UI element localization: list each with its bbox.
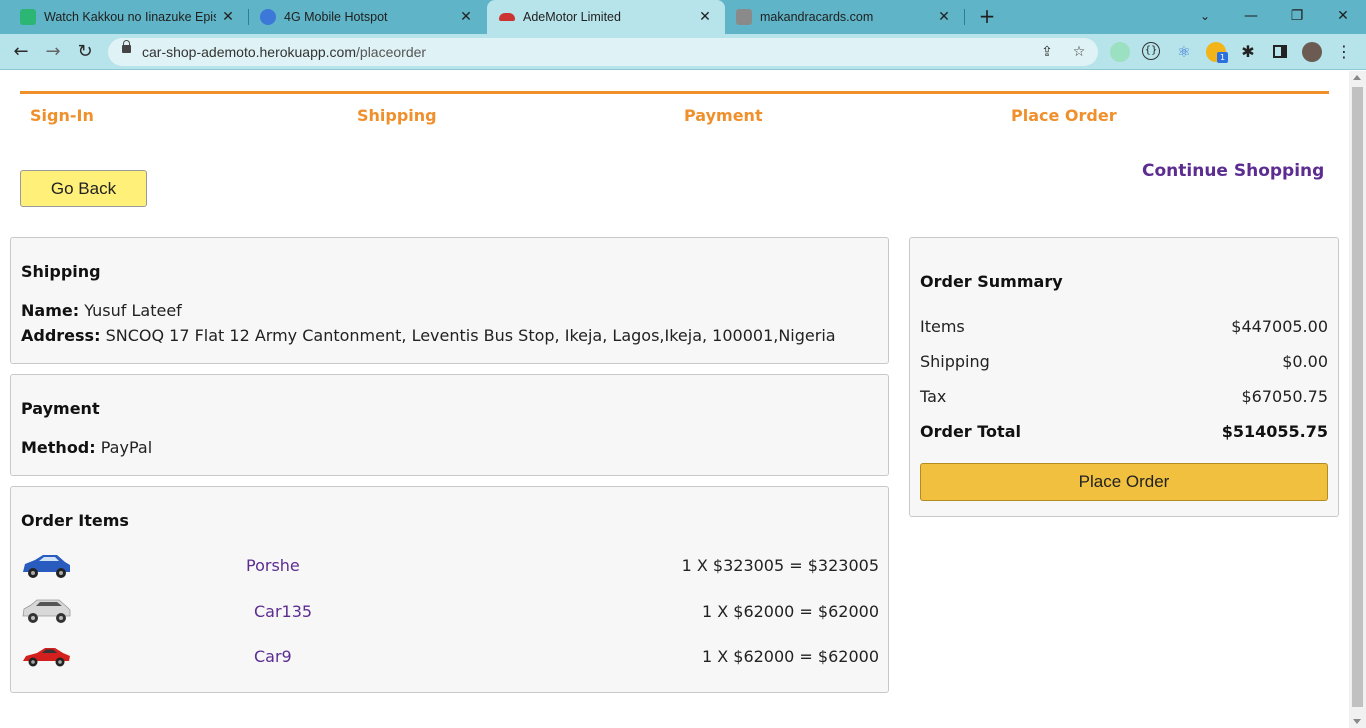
devtools-extension-icon[interactable]: {} [1142, 42, 1160, 60]
shipping-name: Name: Yusuf Lateef [21, 301, 182, 320]
bookmark-star-icon[interactable]: ☆ [1070, 43, 1088, 61]
close-tab-icon[interactable]: ✕ [693, 9, 717, 25]
car-icon [499, 13, 515, 21]
step-sign-in[interactable]: Sign-In [30, 106, 94, 125]
minimize-button[interactable]: — [1228, 0, 1274, 34]
order-item-row: Car9 1 X $62000 = $62000 [21, 641, 879, 673]
tab-title: AdeMotor Limited [523, 10, 621, 24]
browser-toolbar: ← → ↻ car-shop-ademoto.herokuapp.com/pla… [0, 34, 1366, 70]
summary-total-value: $514055.75 [1221, 422, 1328, 441]
order-item-row: Car135 1 X $62000 = $62000 [21, 596, 879, 628]
browser-tab[interactable]: Watch Kakkou no Iinazuke Episo ✕ [0, 0, 248, 34]
shipping-heading: Shipping [21, 262, 101, 281]
name-value: Yusuf Lateef [84, 301, 182, 320]
page-content: Sign-In Shipping Payment Place Order Go … [0, 71, 1349, 728]
scrollbar-thumb[interactable] [1352, 87, 1363, 707]
extension-badge: 1 [1217, 52, 1228, 63]
tv-icon [20, 9, 36, 25]
item-name-link[interactable]: Car135 [254, 602, 312, 621]
browser-tab[interactable]: makandracards.com ✕ [716, 0, 964, 34]
item-name-link[interactable]: Car9 [254, 647, 292, 666]
restore-button[interactable]: ❐ [1274, 0, 1320, 34]
item-price-calc: 1 X $62000 = $62000 [701, 647, 879, 666]
item-price-calc: 1 X $62000 = $62000 [701, 602, 879, 621]
order-summary-heading: Order Summary [920, 272, 1063, 291]
order-items-card: Order Items Porshe 1 X $323005 = $323005… [10, 486, 889, 693]
new-tab-button[interactable]: + [976, 5, 998, 27]
tab-separator [964, 9, 965, 25]
globe-icon [260, 9, 276, 25]
browser-tab[interactable]: 4G Mobile Hotspot ✕ [240, 0, 486, 34]
side-panel-icon[interactable] [1270, 42, 1290, 62]
react-icon[interactable]: ⚛ [1174, 42, 1194, 62]
checkout-progress-line [20, 91, 1329, 94]
car-thumbnail [22, 599, 71, 623]
scroll-up-arrow-icon[interactable] [1353, 75, 1361, 80]
browser-tab-active[interactable]: AdeMotor Limited ✕ [487, 0, 725, 34]
tab-title: makandracards.com [760, 10, 874, 24]
summary-tax-label: Tax [920, 387, 947, 406]
summary-items-value: $447005.00 [1231, 317, 1328, 336]
profile-avatar[interactable] [1302, 42, 1322, 62]
cards-icon [736, 9, 752, 25]
reload-icon[interactable]: ↻ [72, 39, 98, 65]
share-icon[interactable]: ⇪ [1038, 43, 1056, 61]
url-path: /placeorder [356, 44, 427, 60]
method-value: PayPal [100, 438, 153, 457]
url-text[interactable]: car-shop-ademoto.herokuapp.com/placeorde… [142, 44, 426, 60]
address-bar[interactable]: car-shop-ademoto.herokuapp.com/placeorde… [108, 38, 1098, 66]
back-arrow-icon[interactable]: ← [8, 39, 34, 65]
car-thumbnail [23, 555, 70, 578]
payment-card: Payment Method: PayPal [10, 374, 889, 476]
order-summary-card: Order Summary Items $447005.00 Shipping … [909, 237, 1339, 517]
page-scrollbar[interactable] [1349, 71, 1366, 728]
method-label: Method: [21, 438, 96, 457]
tab-title: 4G Mobile Hotspot [284, 10, 388, 24]
summary-total-label: Order Total [920, 422, 1021, 441]
order-item-row: Porshe 1 X $323005 = $323005 [21, 550, 879, 582]
scroll-down-arrow-icon[interactable] [1353, 719, 1361, 724]
url-host: car-shop-ademoto.herokuapp.com [142, 44, 357, 60]
summary-tax-value: $67050.75 [1241, 387, 1328, 406]
close-window-button[interactable]: ✕ [1320, 0, 1366, 34]
browser-tab-strip: Watch Kakkou no Iinazuke Episo ✕ 4G Mobi… [0, 0, 1366, 34]
summary-items-label: Items [920, 317, 965, 336]
forward-arrow-icon[interactable]: → [40, 39, 66, 65]
menu-dots-icon[interactable]: ⋮ [1334, 42, 1354, 62]
summary-shipping-value: $0.00 [1282, 352, 1328, 371]
puzzle-icon[interactable]: ✱ [1238, 42, 1258, 62]
continue-shopping-link[interactable]: Continue Shopping [1142, 161, 1324, 181]
name-label: Name: [21, 301, 80, 320]
tab-title: Watch Kakkou no Iinazuke Episo [44, 10, 216, 24]
step-place-order[interactable]: Place Order [1011, 106, 1117, 125]
item-price-calc: 1 X $323005 = $323005 [681, 556, 879, 575]
close-tab-icon[interactable]: ✕ [932, 9, 956, 25]
address-value: SNCOQ 17 Flat 12 Army Cantonment, Levent… [105, 326, 836, 345]
payment-heading: Payment [21, 399, 100, 418]
close-tab-icon[interactable]: ✕ [216, 9, 240, 25]
summary-items-row: Items $447005.00 [920, 317, 1328, 336]
go-back-button[interactable]: Go Back [20, 170, 147, 207]
extension-icon[interactable]: 1 [1206, 42, 1228, 63]
shipping-address: Address: SNCOQ 17 Flat 12 Army Cantonmen… [21, 326, 836, 345]
extension-icon[interactable] [1110, 42, 1130, 62]
step-payment[interactable]: Payment [684, 106, 763, 125]
summary-total-row: Order Total $514055.75 [920, 422, 1328, 441]
car-thumbnail [23, 648, 70, 667]
address-label: Address: [21, 326, 101, 345]
tab-search-icon[interactable]: ⌄ [1182, 0, 1228, 34]
place-order-button[interactable]: Place Order [920, 463, 1328, 501]
summary-shipping-label: Shipping [920, 352, 990, 371]
step-shipping[interactable]: Shipping [357, 106, 437, 125]
shipping-card: Shipping Name: Yusuf Lateef Address: SNC… [10, 237, 889, 364]
summary-shipping-row: Shipping $0.00 [920, 352, 1328, 371]
payment-method: Method: PayPal [21, 438, 152, 457]
close-tab-icon[interactable]: ✕ [454, 9, 478, 25]
order-items-heading: Order Items [21, 511, 129, 530]
lock-icon [122, 40, 131, 53]
summary-tax-row: Tax $67050.75 [920, 387, 1328, 406]
item-name-link[interactable]: Porshe [246, 556, 300, 575]
